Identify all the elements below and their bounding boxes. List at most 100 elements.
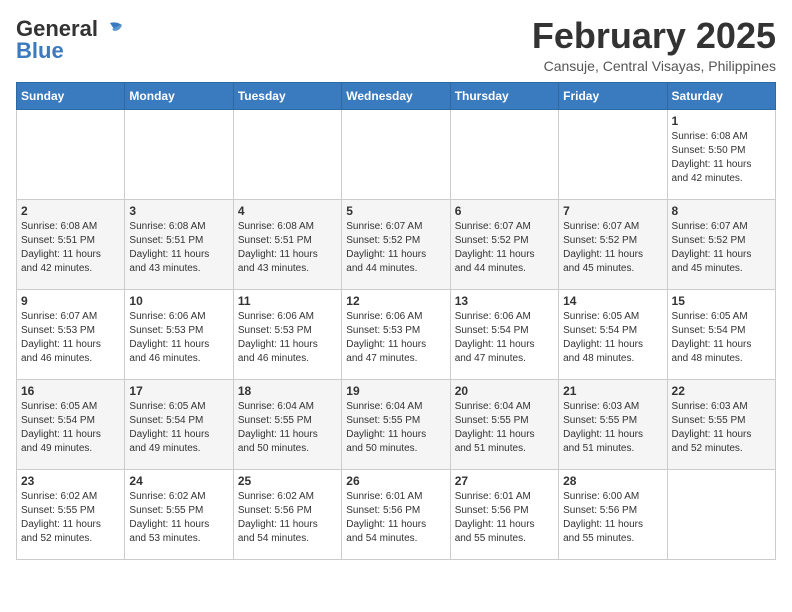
day-info-text: Sunrise: 6:02 AM Sunset: 5:55 PM Dayligh… <box>129 490 228 546</box>
calendar-day-cell: 28Sunrise: 6:00 AM Sunset: 5:56 PM Dayli… <box>559 469 667 559</box>
location-subtitle: Cansuje, Central Visayas, Philippines <box>532 58 776 74</box>
weekday-header-thursday: Thursday <box>450 82 558 109</box>
day-info-text: Sunrise: 6:02 AM Sunset: 5:55 PM Dayligh… <box>21 490 120 546</box>
calendar-header: SundayMondayTuesdayWednesdayThursdayFrid… <box>17 82 776 109</box>
day-info-text: Sunrise: 6:03 AM Sunset: 5:55 PM Dayligh… <box>672 400 771 456</box>
day-number: 1 <box>672 114 771 128</box>
day-number: 16 <box>21 384 120 398</box>
calendar-day-cell: 10 Sunrise: 6:06 AM Sunset: 5:53 PM Dayli… <box>125 289 233 379</box>
day-number: 15 <box>672 294 771 308</box>
calendar-day-cell: 3Sunrise: 6:08 AM Sunset: 5:51 PM Daylig… <box>125 199 233 289</box>
day-number: 6 <box>455 204 554 218</box>
calendar-week-row: 1 Sunrise: 6:08 AM Sunset: 5:50 PM Daylig… <box>17 109 776 199</box>
calendar-day-cell: 6 Sunrise: 6:07 AM Sunset: 5:52 PM Daylig… <box>450 199 558 289</box>
calendar-day-cell: 5 Sunrise: 6:07 AM Sunset: 5:52 PM Daylig… <box>342 199 450 289</box>
day-info-text: Sunrise: 6:01 AM Sunset: 5:56 PM Dayligh… <box>455 490 554 546</box>
calendar-day-cell <box>233 109 341 199</box>
logo: General Blue <box>16 16 124 64</box>
day-info-text: Sunrise: 6:07 AM Sunset: 5:52 PM Dayligh… <box>346 220 445 276</box>
page-header: General Blue February 2025 Cansuje, Cent… <box>16 16 776 74</box>
month-year-title: February 2025 <box>532 16 776 56</box>
day-info-text: Sunrise: 6:07 AM Sunset: 5:52 PM Dayligh… <box>672 220 771 276</box>
day-number: 27 <box>455 474 554 488</box>
day-number: 2 <box>21 204 120 218</box>
day-info-text: Sunrise: 6:08 AM Sunset: 5:51 PM Dayligh… <box>238 220 337 276</box>
calendar-week-row: 16 Sunrise: 6:05 AM Sunset: 5:54 PM Dayli… <box>17 379 776 469</box>
day-info-text: Sunrise: 6:01 AM Sunset: 5:56 PM Dayligh… <box>346 490 445 546</box>
weekday-header-sunday: Sunday <box>17 82 125 109</box>
day-number: 14 <box>563 294 662 308</box>
calendar-day-cell: 19 Sunrise: 6:04 AM Sunset: 5:55 PM Dayli… <box>342 379 450 469</box>
day-number: 26 <box>346 474 445 488</box>
day-info-text: Sunrise: 6:06 AM Sunset: 5:53 PM Dayligh… <box>238 310 337 366</box>
calendar-day-cell: 14 Sunrise: 6:05 AM Sunset: 5:54 PM Dayli… <box>559 289 667 379</box>
day-number: 20 <box>455 384 554 398</box>
calendar-day-cell: 20 Sunrise: 6:04 AM Sunset: 5:55 PM Dayli… <box>450 379 558 469</box>
calendar-day-cell <box>17 109 125 199</box>
weekday-header-friday: Friday <box>559 82 667 109</box>
calendar-day-cell: 23Sunrise: 6:02 AM Sunset: 5:55 PM Dayli… <box>17 469 125 559</box>
logo-bird-icon <box>102 21 124 39</box>
day-info-text: Sunrise: 6:05 AM Sunset: 5:54 PM Dayligh… <box>21 400 120 456</box>
calendar-day-cell: 4Sunrise: 6:08 AM Sunset: 5:51 PM Daylig… <box>233 199 341 289</box>
calendar-day-cell: 26 Sunrise: 6:01 AM Sunset: 5:56 PM Dayli… <box>342 469 450 559</box>
calendar-day-cell <box>125 109 233 199</box>
day-info-text: Sunrise: 6:07 AM Sunset: 5:53 PM Dayligh… <box>21 310 120 366</box>
day-number: 21 <box>563 384 662 398</box>
title-section: February 2025 Cansuje, Central Visayas, … <box>532 16 776 74</box>
calendar-day-cell: 13Sunrise: 6:06 AM Sunset: 5:54 PM Dayli… <box>450 289 558 379</box>
day-number: 5 <box>346 204 445 218</box>
calendar-day-cell: 8Sunrise: 6:07 AM Sunset: 5:52 PM Daylig… <box>667 199 775 289</box>
day-number: 22 <box>672 384 771 398</box>
day-info-text: Sunrise: 6:08 AM Sunset: 5:51 PM Dayligh… <box>129 220 228 276</box>
day-info-text: Sunrise: 6:05 AM Sunset: 5:54 PM Dayligh… <box>129 400 228 456</box>
calendar-day-cell: 25 Sunrise: 6:02 AM Sunset: 5:56 PM Dayli… <box>233 469 341 559</box>
calendar-day-cell: 27 Sunrise: 6:01 AM Sunset: 5:56 PM Dayli… <box>450 469 558 559</box>
day-number: 13 <box>455 294 554 308</box>
calendar-week-row: 2 Sunrise: 6:08 AM Sunset: 5:51 PM Daylig… <box>17 199 776 289</box>
calendar-day-cell: 12 Sunrise: 6:06 AM Sunset: 5:53 PM Dayli… <box>342 289 450 379</box>
day-number: 7 <box>563 204 662 218</box>
calendar-day-cell: 15 Sunrise: 6:05 AM Sunset: 5:54 PM Dayli… <box>667 289 775 379</box>
day-info-text: Sunrise: 6:00 AM Sunset: 5:56 PM Dayligh… <box>563 490 662 546</box>
calendar-day-cell <box>450 109 558 199</box>
day-number: 9 <box>21 294 120 308</box>
day-number: 24 <box>129 474 228 488</box>
day-info-text: Sunrise: 6:02 AM Sunset: 5:56 PM Dayligh… <box>238 490 337 546</box>
calendar-week-row: 23Sunrise: 6:02 AM Sunset: 5:55 PM Dayli… <box>17 469 776 559</box>
day-number: 11 <box>238 294 337 308</box>
calendar-day-cell: 24 Sunrise: 6:02 AM Sunset: 5:55 PM Dayli… <box>125 469 233 559</box>
calendar-week-row: 9 Sunrise: 6:07 AM Sunset: 5:53 PM Daylig… <box>17 289 776 379</box>
day-number: 19 <box>346 384 445 398</box>
day-info-text: Sunrise: 6:06 AM Sunset: 5:53 PM Dayligh… <box>129 310 228 366</box>
day-info-text: Sunrise: 6:08 AM Sunset: 5:51 PM Dayligh… <box>21 220 120 276</box>
calendar-day-cell: 17 Sunrise: 6:05 AM Sunset: 5:54 PM Dayli… <box>125 379 233 469</box>
day-info-text: Sunrise: 6:07 AM Sunset: 5:52 PM Dayligh… <box>455 220 554 276</box>
day-info-text: Sunrise: 6:08 AM Sunset: 5:50 PM Dayligh… <box>672 130 771 186</box>
calendar-day-cell: 22 Sunrise: 6:03 AM Sunset: 5:55 PM Dayli… <box>667 379 775 469</box>
weekday-header-wednesday: Wednesday <box>342 82 450 109</box>
calendar-day-cell: 9 Sunrise: 6:07 AM Sunset: 5:53 PM Daylig… <box>17 289 125 379</box>
weekday-header-monday: Monday <box>125 82 233 109</box>
calendar-day-cell: 11 Sunrise: 6:06 AM Sunset: 5:53 PM Dayli… <box>233 289 341 379</box>
day-info-text: Sunrise: 6:06 AM Sunset: 5:53 PM Dayligh… <box>346 310 445 366</box>
calendar-day-cell: 2 Sunrise: 6:08 AM Sunset: 5:51 PM Daylig… <box>17 199 125 289</box>
day-number: 25 <box>238 474 337 488</box>
day-number: 10 <box>129 294 228 308</box>
day-info-text: Sunrise: 6:05 AM Sunset: 5:54 PM Dayligh… <box>672 310 771 366</box>
day-info-text: Sunrise: 6:05 AM Sunset: 5:54 PM Dayligh… <box>563 310 662 366</box>
logo-blue-text: Blue <box>16 38 64 64</box>
weekday-header-tuesday: Tuesday <box>233 82 341 109</box>
day-info-text: Sunrise: 6:04 AM Sunset: 5:55 PM Dayligh… <box>346 400 445 456</box>
calendar-day-cell: 1 Sunrise: 6:08 AM Sunset: 5:50 PM Daylig… <box>667 109 775 199</box>
day-info-text: Sunrise: 6:07 AM Sunset: 5:52 PM Dayligh… <box>563 220 662 276</box>
day-number: 18 <box>238 384 337 398</box>
day-number: 12 <box>346 294 445 308</box>
calendar-day-cell <box>667 469 775 559</box>
calendar-day-cell <box>559 109 667 199</box>
calendar-day-cell <box>342 109 450 199</box>
day-number: 17 <box>129 384 228 398</box>
calendar-day-cell: 21Sunrise: 6:03 AM Sunset: 5:55 PM Dayli… <box>559 379 667 469</box>
weekday-header-saturday: Saturday <box>667 82 775 109</box>
day-info-text: Sunrise: 6:04 AM Sunset: 5:55 PM Dayligh… <box>455 400 554 456</box>
